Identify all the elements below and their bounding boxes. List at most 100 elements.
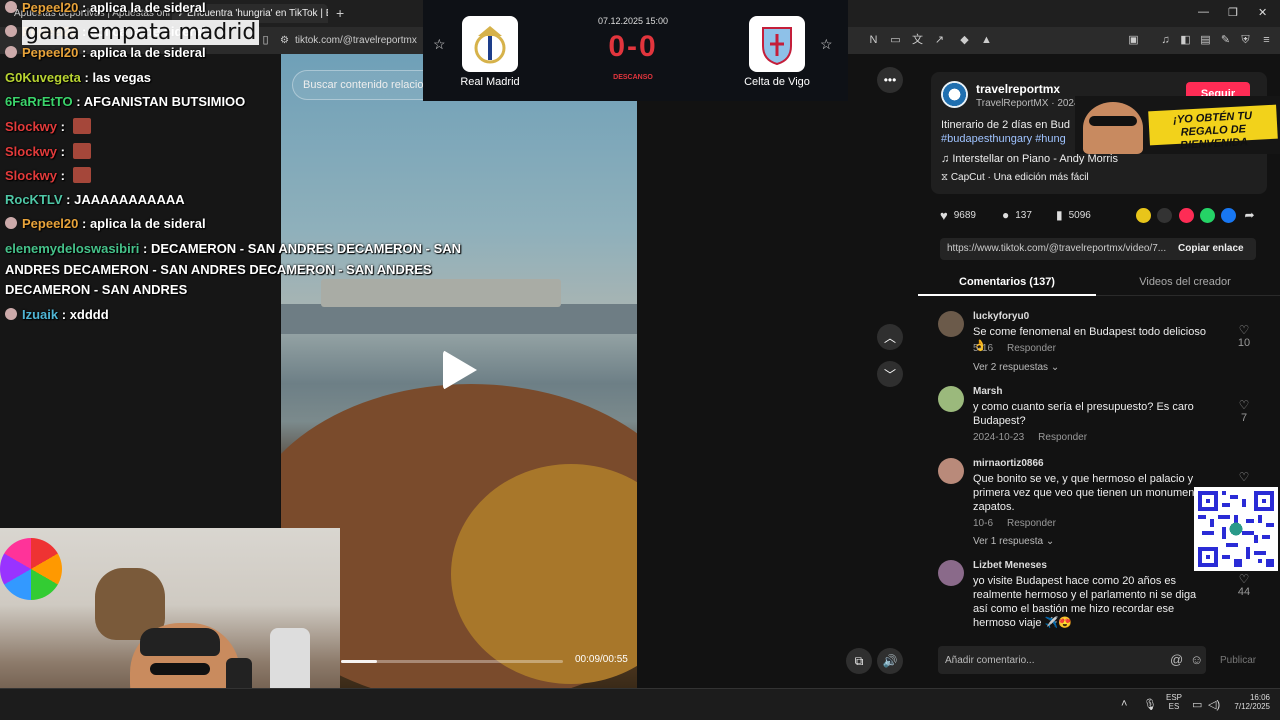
chat-text: las vegas	[92, 70, 151, 85]
qr-code	[1194, 487, 1278, 571]
whatsapp-icon[interactable]	[1200, 208, 1215, 223]
share-arrow-icon[interactable]: ➦	[1242, 208, 1257, 223]
favorite-star-icon[interactable]: ☆	[820, 36, 833, 53]
away-team: Celta de Vigo	[744, 76, 810, 88]
reply-button[interactable]: Responder	[1007, 518, 1056, 529]
video-description: Itinerario de 2 días en Bud	[941, 119, 1071, 131]
comment-like[interactable]: ♡ 10	[1234, 323, 1254, 349]
emoji-icon[interactable]: ☺	[1190, 652, 1203, 667]
more-options-button[interactable]: •••	[877, 67, 903, 93]
translate-icon[interactable]: 文	[911, 34, 924, 47]
comment-avatar[interactable]	[938, 311, 964, 337]
comment-input[interactable]: Añadir comentario... @ ☺	[938, 646, 1206, 674]
comment-like[interactable]: ♡ 44	[1234, 572, 1254, 598]
send-icon[interactable]	[1179, 208, 1194, 223]
mention-icon[interactable]: @	[1170, 652, 1183, 667]
copy-link-button[interactable]: Copiar enlace	[1178, 243, 1244, 254]
comment-username[interactable]: luckyforyu0	[973, 311, 1029, 322]
comment-username[interactable]: mirnaortiz0866	[973, 458, 1044, 469]
chat-badge-icon	[5, 1, 17, 13]
promo-banner[interactable]: ¡YO OBTÉN TU REGALO DE BIENVENIDA	[1075, 96, 1280, 154]
rewards-icon[interactable]: ▲	[980, 34, 993, 47]
view-replies-button[interactable]: Ver 1 respuesta ⌄	[973, 536, 1054, 547]
clock-date: 7/12/2025	[1234, 702, 1270, 711]
repost-icon[interactable]	[1136, 208, 1151, 223]
chevron-up-icon[interactable]: ˄	[1121, 698, 1127, 710]
chat-text: aplica la de sideral	[89, 216, 206, 231]
publish-button[interactable]: Publicar	[1220, 655, 1256, 666]
next-video-button[interactable]: ﹀	[877, 361, 903, 387]
sidebar-icon[interactable]: ◧	[1179, 34, 1192, 47]
chat-text: JAAAAAAAAAAA	[74, 192, 185, 207]
comment-like[interactable]: ♡	[1234, 470, 1254, 484]
comment-avatar[interactable]	[938, 560, 964, 586]
chat-emote-icon	[72, 143, 91, 159]
creator-avatar[interactable]	[941, 81, 968, 108]
chat-username: Pepeel20	[22, 216, 79, 231]
music-icon[interactable]: ♫	[1159, 34, 1172, 47]
embed-icon[interactable]	[1157, 208, 1172, 223]
close-window-icon[interactable]: ✕	[1258, 6, 1267, 19]
clock[interactable]: 16:06 7/12/2025	[1230, 693, 1270, 711]
comment-avatar[interactable]	[938, 386, 964, 412]
miniplayer-button[interactable]: ⧉	[846, 648, 872, 674]
speaker-icon[interactable]: ◁)	[1208, 698, 1220, 711]
vpn-icon[interactable]: ⛨	[1239, 34, 1252, 47]
comment-username[interactable]: Lizbet Meneses	[973, 560, 1047, 571]
previous-video-button[interactable]: ︿	[877, 324, 903, 350]
minimize-icon[interactable]: —	[1198, 6, 1209, 18]
comment-username[interactable]: Marsh	[973, 386, 1002, 397]
chat-message: Slockwy :	[5, 143, 91, 159]
chat-text: xdddd	[69, 307, 109, 322]
reader-icon[interactable]: N	[867, 34, 880, 47]
view-replies-button[interactable]: Ver 2 respuestas ⌄	[973, 362, 1059, 373]
active-tab-indicator	[918, 294, 1096, 296]
chat-emote-icon	[72, 167, 91, 183]
facebook-icon[interactable]	[1221, 208, 1236, 223]
chat-username: RocKTLV	[5, 192, 63, 207]
volume-button[interactable]: 🔊	[877, 648, 903, 674]
extensions-icon[interactable]: ✎	[1219, 34, 1232, 47]
reply-button[interactable]: Responder	[1038, 432, 1087, 443]
save-button[interactable]: ▮ 5096	[1056, 208, 1091, 222]
language-indicator[interactable]: ESP ES	[1166, 693, 1182, 711]
screen-icon[interactable]: ▭	[889, 34, 902, 47]
stats-row: ♥ 9689 ● 137 ▮ 5096 ➦	[940, 208, 1270, 224]
restore-icon[interactable]: ❐	[1228, 6, 1238, 19]
language-code: ESP	[1166, 693, 1183, 702]
comment-text: yo visite Budapest hace como 20 años es …	[973, 575, 1197, 629]
tab-creator-videos[interactable]: Videos del creador	[1096, 276, 1274, 288]
menu-icon[interactable]: ≡	[1260, 34, 1273, 47]
chat-message: 6FaRrEtTO : AFGANISTAN BUTSIMIOO	[5, 94, 245, 109]
creator-username[interactable]: travelreportmx	[976, 82, 1060, 96]
music-note-icon: ♫	[941, 153, 953, 165]
comment-meta: 10-6 Responder	[973, 518, 1056, 529]
comment-like[interactable]: ♡ 7	[1234, 398, 1254, 424]
video-link[interactable]: https://www.tiktok.com/@travelreportmx/v…	[947, 243, 1169, 254]
like-button[interactable]: ♥ 9689	[940, 208, 976, 223]
comment-like-count: 7	[1240, 412, 1248, 424]
promo-sunglasses	[1089, 116, 1137, 126]
reply-button[interactable]: Responder	[1007, 343, 1056, 354]
share-icon[interactable]: ↗	[933, 34, 946, 47]
video-hashtags[interactable]: #budapesthungary #hung	[941, 133, 1066, 145]
video-progress-bar[interactable]	[341, 660, 563, 663]
music-row[interactable]: ♫ Interstellar on Piano - Andy Morris	[941, 153, 1118, 165]
match-status: DESCANSO	[613, 74, 653, 81]
match-score: 0-0	[608, 30, 658, 63]
chat-username: Pepeel20	[22, 0, 79, 15]
tab-comments[interactable]: Comentarios (137)	[918, 276, 1096, 288]
network-icon[interactable]: ▭	[1192, 698, 1202, 711]
capcut-row[interactable]: ⧖ CapCut · Una edición más fácil	[941, 172, 1089, 183]
comment-avatar[interactable]	[938, 458, 964, 484]
comment-button[interactable]: ● 137	[1002, 208, 1032, 222]
chat-message: ANDRES DECAMERON - SAN ANDRES DECAMERON …	[5, 262, 432, 277]
microphone-icon[interactable]: 🎙	[1143, 698, 1157, 711]
chat-message: Slockwy :	[5, 167, 91, 183]
chat-username: Pepeel20	[22, 45, 79, 60]
stream-chat: Pepeel20 : aplica la de sideral Pepeel20 …	[0, 0, 470, 360]
chat-username: Slockwy	[5, 168, 58, 183]
screenshot-icon[interactable]: ▣	[1127, 34, 1140, 47]
wallet-icon[interactable]: ▤	[1199, 34, 1212, 47]
brave-shield-icon[interactable]: ◆	[958, 34, 971, 47]
